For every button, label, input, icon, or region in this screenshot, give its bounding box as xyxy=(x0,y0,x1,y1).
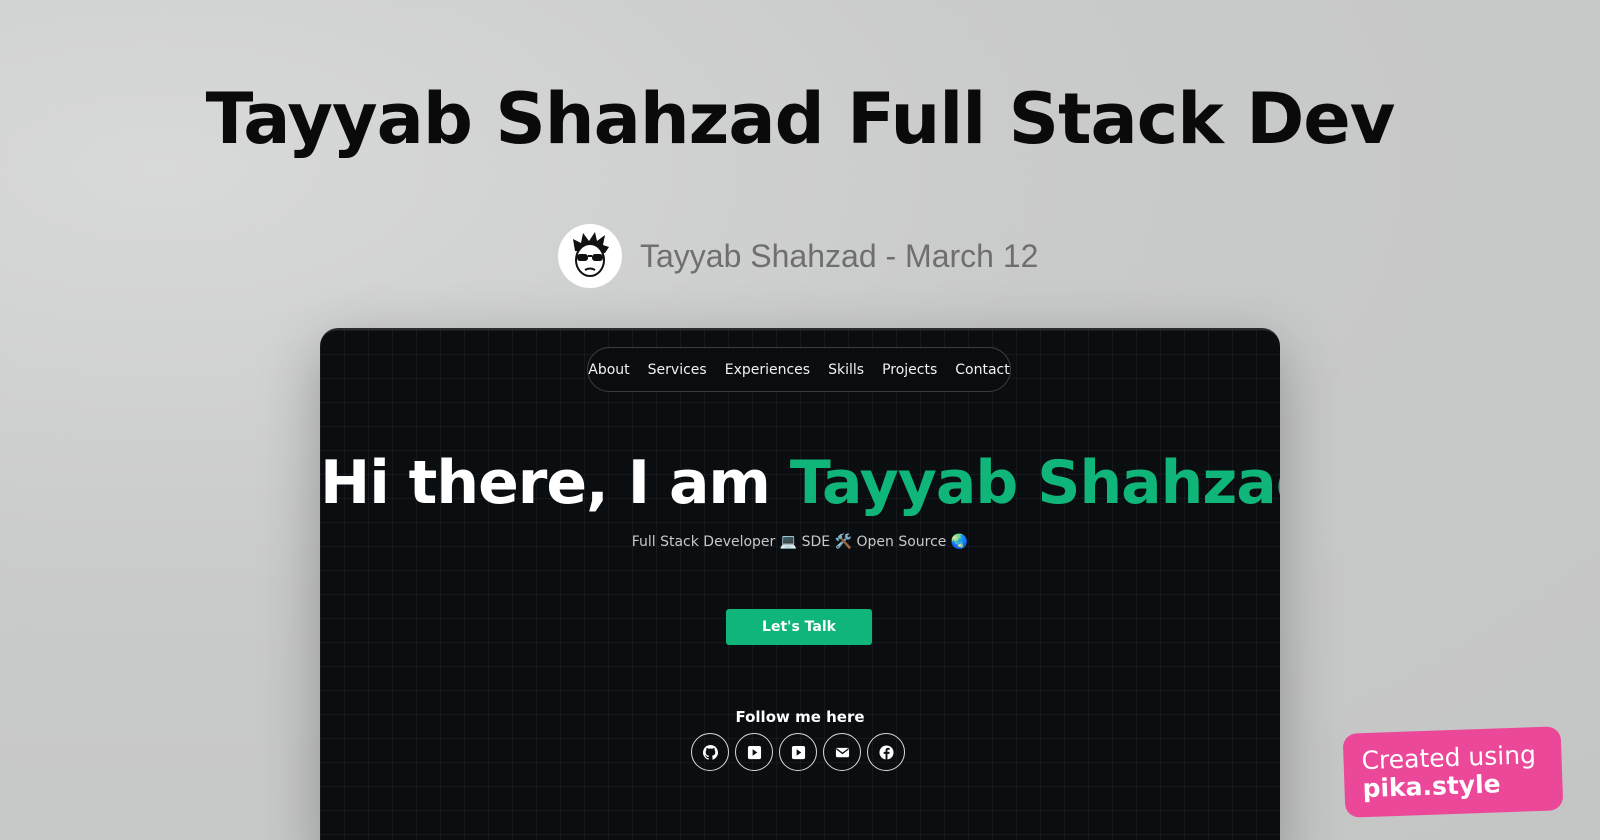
byline: Tayyab Shahzad - March 12 xyxy=(558,224,1038,288)
hero-subtitle: Full Stack Developer 💻 SDE 🛠️ Open Sourc… xyxy=(631,534,969,550)
github-icon[interactable] xyxy=(691,733,729,771)
facebook-icon[interactable] xyxy=(867,733,905,771)
badge-line2: pika.style xyxy=(1362,769,1502,804)
lets-talk-button[interactable]: Let's Talk xyxy=(726,609,872,645)
nav-item-services[interactable]: Services xyxy=(648,362,707,378)
byline-text: Tayyab Shahzad - March 12 xyxy=(640,237,1039,274)
hero-name: Tayyab Shahzad. xyxy=(789,448,1280,518)
page-title: Tayyab Shahzad Full Stack Dev xyxy=(205,78,1396,160)
website-screenshot: About Services Experiences Skills Projec… xyxy=(320,328,1280,840)
youtube-icon[interactable] xyxy=(735,733,773,771)
follow-label: Follow me here xyxy=(735,708,865,726)
nav-bar: About Services Experiences Skills Projec… xyxy=(587,347,1011,392)
social-links xyxy=(691,733,905,771)
avatar-cartoon-icon xyxy=(573,232,609,277)
email-icon[interactable] xyxy=(823,733,861,771)
nav-item-contact[interactable]: Contact xyxy=(955,362,1009,378)
nav-item-projects[interactable]: Projects xyxy=(882,362,937,378)
nav-item-skills[interactable]: Skills xyxy=(828,362,864,378)
pika-style-badge[interactable]: Created using pika.style xyxy=(1342,726,1564,818)
nav-item-experiences[interactable]: Experiences xyxy=(725,362,810,378)
avatar xyxy=(558,224,622,288)
hero-prefix: Hi there, I am xyxy=(320,448,771,518)
nav-item-about[interactable]: About xyxy=(588,362,629,378)
hero-heading: Hi there, I am Tayyab Shahzad. xyxy=(320,448,1280,518)
youtube-icon[interactable] xyxy=(779,733,817,771)
